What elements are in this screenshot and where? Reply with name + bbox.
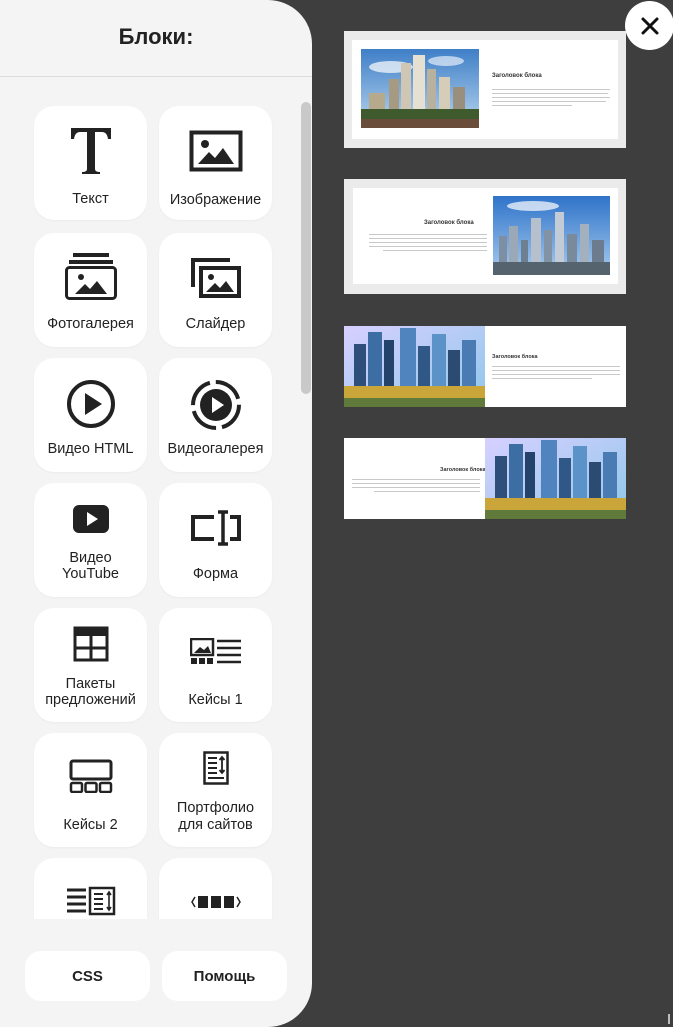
block-tile-photo-gallery[interactable]: Фотогалерея bbox=[34, 233, 147, 347]
form-icon bbox=[159, 509, 272, 547]
close-button[interactable] bbox=[625, 1, 673, 50]
block-tile-video-gallery[interactable]: Видеогалерея bbox=[159, 358, 272, 472]
block-label: Слайдер bbox=[185, 316, 246, 332]
block-label-line2: YouTube bbox=[62, 566, 119, 582]
block-label: Кейсы 2 bbox=[63, 817, 118, 833]
block-tile-carousel[interactable] bbox=[159, 858, 272, 919]
text-list-icon bbox=[34, 886, 147, 916]
panel-title: Блоки: bbox=[118, 24, 194, 49]
block-label-line2: предложений bbox=[45, 692, 136, 708]
block-preview-full-image-left[interactable]: Заголовок блока bbox=[344, 326, 626, 407]
image-icon bbox=[159, 130, 272, 172]
block-preview-image-right[interactable]: Заголовок блока bbox=[344, 179, 626, 294]
blocks-grid: Текст Изображение Фотогалерея Слайдер Ви… bbox=[0, 77, 312, 919]
portfolio-icon bbox=[159, 751, 272, 785]
css-button[interactable]: CSS bbox=[25, 951, 150, 1001]
block-label: Кейсы 1 bbox=[188, 692, 243, 708]
block-label: Видео HTML bbox=[47, 441, 134, 457]
preview-heading: Заголовок блока bbox=[424, 220, 474, 226]
photo-gallery-icon bbox=[34, 253, 147, 301]
block-tile-form[interactable]: Форма bbox=[159, 483, 272, 597]
blocks-panel: Блоки: Текст Изображение Фотогалерея Сла… bbox=[0, 0, 312, 1027]
block-preview-full-image-right[interactable]: Заголовок блока bbox=[344, 438, 626, 519]
text-icon bbox=[34, 126, 147, 176]
block-tile-text[interactable]: Текст bbox=[34, 106, 147, 220]
block-tile-portfolio[interactable]: Портфолио для сайтов bbox=[159, 733, 272, 847]
preview-city-image bbox=[344, 326, 485, 407]
close-icon bbox=[641, 17, 658, 34]
video-gallery-icon bbox=[159, 379, 272, 431]
block-tile-cases-2[interactable]: Кейсы 2 bbox=[34, 733, 147, 847]
block-label-line1: Пакеты bbox=[65, 676, 116, 692]
help-button[interactable]: Помощь bbox=[162, 951, 287, 1001]
preview-card: Заголовок блока bbox=[353, 188, 618, 284]
block-tile-image[interactable]: Изображение bbox=[159, 106, 272, 220]
cases2-icon bbox=[34, 759, 147, 793]
block-label: Видеогалерея bbox=[167, 441, 264, 457]
edge-marker bbox=[668, 1014, 670, 1024]
block-label: Текст bbox=[72, 191, 109, 207]
table-icon bbox=[34, 626, 147, 662]
block-label-line1: Видео bbox=[69, 550, 112, 566]
youtube-icon bbox=[34, 505, 147, 533]
preview-heading: Заголовок блока bbox=[492, 354, 538, 360]
cases1-icon bbox=[159, 638, 272, 666]
preview-heading: Заголовок блока bbox=[440, 467, 486, 473]
slider-icon bbox=[159, 257, 272, 299]
block-tile-video-youtube[interactable]: Видео YouTube bbox=[34, 483, 147, 597]
block-tile-offer-packages[interactable]: Пакеты предложений bbox=[34, 608, 147, 722]
block-preview-image-left[interactable]: Заголовок блока bbox=[344, 31, 626, 148]
block-label: Изображение bbox=[169, 192, 262, 208]
preview-card: Заголовок блока bbox=[352, 40, 618, 139]
block-tile-slider[interactable]: Слайдер bbox=[159, 233, 272, 347]
preview-city-image bbox=[493, 196, 610, 275]
block-tile-video-html[interactable]: Видео HTML bbox=[34, 358, 147, 472]
block-tile-text-list[interactable] bbox=[34, 858, 147, 919]
play-circle-icon bbox=[34, 379, 147, 429]
block-label: Форма bbox=[192, 566, 239, 582]
preview-city-image bbox=[361, 49, 479, 128]
scrollbar-thumb[interactable] bbox=[301, 102, 311, 394]
preview-city-image bbox=[485, 438, 626, 519]
block-label-line2: для сайтов bbox=[178, 817, 253, 833]
carousel-icon bbox=[159, 895, 272, 909]
block-label-line1: Портфолио bbox=[176, 800, 255, 816]
block-tile-cases-1[interactable]: Кейсы 1 bbox=[159, 608, 272, 722]
block-label: Фотогалерея bbox=[47, 316, 134, 332]
preview-heading: Заголовок блока bbox=[492, 73, 542, 79]
